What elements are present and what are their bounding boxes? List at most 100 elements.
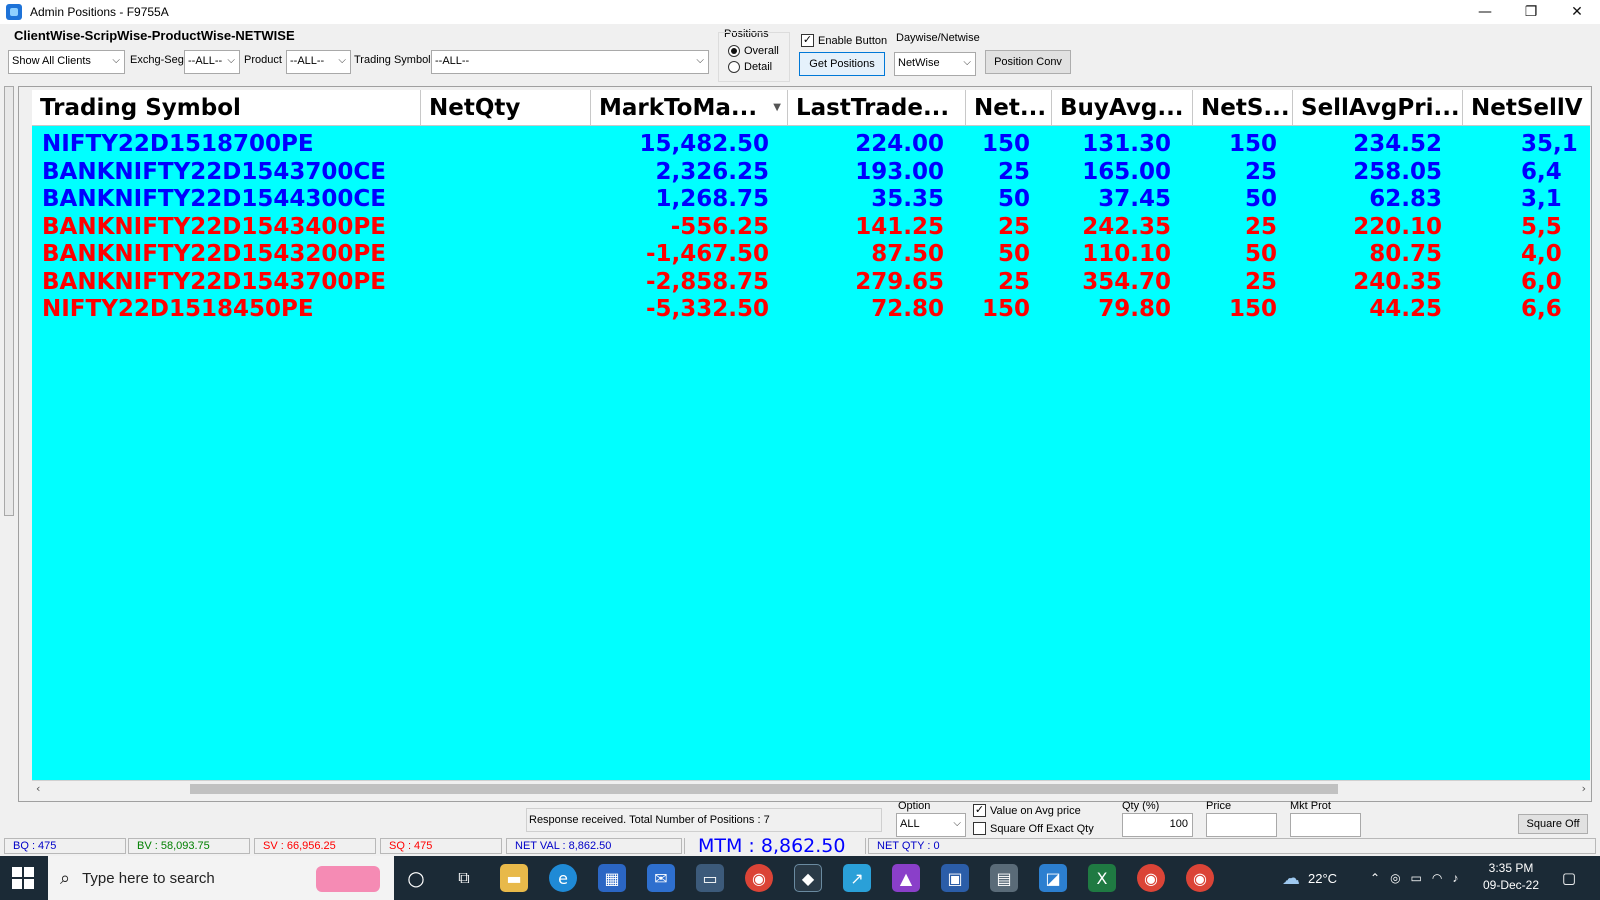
cortana-icon[interactable]: ○: [402, 864, 430, 892]
cell-buyavg: 242.35: [1082, 213, 1171, 240]
enable-button-checkbox[interactable]: ✓ Enable Button: [801, 34, 887, 47]
exchg-dropdown[interactable]: --ALL-- ⌵: [184, 50, 240, 74]
calculator-icon[interactable]: ▤: [990, 864, 1018, 892]
chevron-down-icon: ⌵: [963, 57, 971, 68]
col-header-mtm-label: MarkToMa...: [599, 95, 758, 121]
chrome-icon[interactable]: ◉: [745, 864, 773, 892]
col-header-trading-symbol[interactable]: Trading Symbol: [32, 90, 421, 126]
square-exact-checkbox[interactable]: Square Off Exact Qty: [973, 822, 1094, 835]
store-icon[interactable]: ▦: [598, 864, 626, 892]
cell-sellavg: 234.52: [1353, 131, 1442, 157]
cell-netsellv: 5,5: [1521, 213, 1562, 240]
grid-header: Trading Symbol NetQty MarkToMa... ▼ Last…: [32, 90, 1590, 126]
photos-icon[interactable]: ◪: [1039, 864, 1067, 892]
window-controls: — ❐ ✕: [1462, 0, 1600, 24]
cell-netbuy: 25: [997, 158, 1030, 185]
cell-netsellv: 6,4: [1521, 158, 1562, 185]
cell-ltp: 72.80: [871, 296, 944, 322]
battery-icon[interactable]: ▭: [1411, 871, 1422, 885]
product-dropdown[interactable]: --ALL-- ⌵: [286, 50, 351, 74]
col-header-mtm[interactable]: MarkToMa... ▼: [591, 90, 788, 126]
clients-dropdown[interactable]: Show All Clients ⌵: [8, 50, 125, 74]
value-on-avg-checkbox[interactable]: ✓ Value on Avg price: [973, 804, 1081, 817]
radio-detail-label: Detail: [744, 61, 773, 73]
col-header-netbuy[interactable]: Net...: [966, 90, 1052, 126]
close-button[interactable]: ✕: [1554, 0, 1600, 24]
mail-icon[interactable]: ✉: [647, 864, 675, 892]
clock-time: 3:35 PM: [1488, 861, 1534, 875]
option-label: Option: [898, 800, 931, 812]
cell-buyavg: 354.70: [1082, 268, 1171, 295]
trading-app-icon[interactable]: ◆: [794, 864, 822, 892]
position-conv-button[interactable]: Position Conv: [985, 50, 1071, 74]
qty-input[interactable]: 100: [1122, 813, 1193, 837]
mktprot-input[interactable]: [1290, 813, 1361, 837]
product-value: --ALL--: [290, 55, 325, 67]
notifications-icon[interactable]: ▢: [1556, 864, 1582, 892]
chevron-down-icon: ⌵: [112, 55, 120, 66]
daywise-label: Daywise/Netwise: [896, 32, 980, 44]
option-dropdown[interactable]: ALL ⌵: [896, 813, 966, 837]
meet-icon[interactable]: ◎: [1390, 871, 1400, 885]
taskbar-search[interactable]: ⌕ Type here to search: [48, 856, 394, 900]
table-row[interactable]: BANKNIFTY22D1543700PE -2,858.75 279.65 25 35…: [32, 268, 1590, 296]
exchg-label: Exchg-Seg: [130, 54, 184, 66]
remote-desktop-icon[interactable]: ▭: [696, 864, 724, 892]
square-off-button[interactable]: Square Off: [1518, 814, 1588, 834]
col-header-buyavg[interactable]: BuyAvg...: [1052, 90, 1193, 126]
col-header-netqty[interactable]: NetQty: [421, 90, 591, 126]
snip-tool-icon[interactable]: ↗: [843, 864, 871, 892]
cell-netsell: 150: [1228, 131, 1277, 157]
daywise-value: NetWise: [898, 57, 940, 69]
cell-netbuy: 50: [997, 186, 1030, 212]
restore-button[interactable]: ❐: [1508, 0, 1554, 24]
trading-symbol-dropdown[interactable]: --ALL-- ⌵: [431, 50, 709, 74]
horizontal-scrollbar[interactable]: ‹ ›: [32, 780, 1590, 796]
col-header-ltp[interactable]: LastTrade...: [788, 90, 966, 126]
weather-widget[interactable]: ☁ 22°C: [1282, 856, 1337, 900]
table-row[interactable]: BANKNIFTY22D1543400PE -556.25 141.25 25 242.…: [32, 213, 1590, 241]
chrome-profile-icon[interactable]: ◉: [1137, 864, 1165, 892]
scroll-right-icon[interactable]: ›: [1582, 781, 1586, 797]
col-header-sellavg[interactable]: SellAvgPri...: [1293, 90, 1463, 126]
chrome-profile-2-icon[interactable]: ◉: [1186, 864, 1214, 892]
sort-down-icon: ▼: [773, 102, 781, 113]
scrollbar-thumb[interactable]: [190, 784, 1338, 794]
volume-icon[interactable]: ♪: [1452, 871, 1458, 885]
cell-buyavg: 79.80: [1098, 296, 1171, 322]
file-explorer-icon[interactable]: ▬: [500, 864, 528, 892]
window-app-icon[interactable]: ▣: [941, 864, 969, 892]
windows-start-icon[interactable]: [12, 867, 34, 889]
vertical-splitter[interactable]: [4, 86, 14, 516]
weather-temp: 22°C: [1308, 870, 1338, 886]
daywise-dropdown[interactable]: NetWise ⌵: [894, 52, 976, 76]
positions-group: [718, 32, 790, 82]
clock[interactable]: 3:35 PM 09-Dec-22: [1476, 860, 1546, 894]
radio-overall[interactable]: Overall: [728, 45, 779, 57]
edge-icon[interactable]: e: [549, 864, 577, 892]
col-header-netsell[interactable]: NetS...: [1193, 90, 1293, 126]
table-row[interactable]: BANKNIFTY22D1543700CE 2,326.25 193.00 25 165…: [32, 158, 1590, 186]
col-header-netsellv[interactable]: NetSellV: [1463, 90, 1590, 126]
table-row[interactable]: BANKNIFTY22D1543200PE -1,467.50 87.50 50 110…: [32, 240, 1590, 268]
search-icon: ⌕: [60, 867, 71, 889]
table-row[interactable]: NIFTY22D1518700PE 15,482.50 224.00 150 131.3…: [32, 130, 1590, 158]
table-row[interactable]: NIFTY22D1518450PE -5,332.50 72.80 150 79.80 1…: [32, 295, 1590, 323]
checkmark-icon: ✓: [973, 804, 986, 817]
wifi-icon[interactable]: ◠: [1432, 871, 1442, 885]
chevron-up-icon[interactable]: ⌃: [1370, 871, 1380, 885]
positions-grid[interactable]: Trading Symbol NetQty MarkToMa... ▼ Last…: [32, 90, 1590, 780]
drive-icon[interactable]: ▲: [892, 864, 920, 892]
square-exact-label: Square Off Exact Qty: [990, 822, 1094, 835]
minimize-button[interactable]: —: [1462, 0, 1508, 24]
task-view-icon[interactable]: ⧉: [450, 864, 478, 892]
table-row[interactable]: BANKNIFTY22D1544300CE 1,268.75 35.35 50 37.4…: [32, 185, 1590, 213]
scroll-left-icon[interactable]: ‹: [36, 781, 40, 797]
get-positions-button[interactable]: Get Positions: [799, 52, 885, 76]
price-input[interactable]: [1206, 813, 1277, 837]
cell-netsellv: 6,0: [1521, 268, 1562, 295]
radio-detail[interactable]: Detail: [728, 61, 772, 73]
cell-sellavg: 44.25: [1369, 296, 1442, 322]
excel-icon[interactable]: X: [1088, 864, 1116, 892]
status-sq: SQ : 475: [380, 838, 502, 854]
